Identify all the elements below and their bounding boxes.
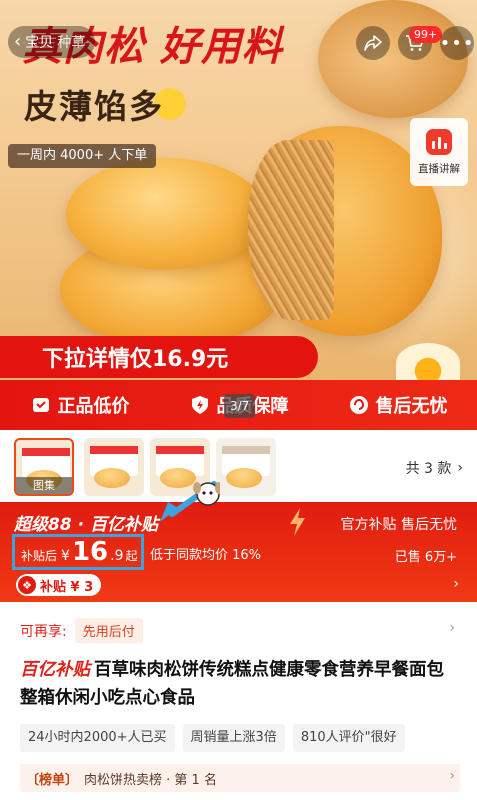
egg-image (396, 343, 460, 383)
cart-count-badge: 99+ (409, 26, 443, 43)
thumbnail-gallery[interactable]: 图集 (14, 438, 74, 496)
ranking-row[interactable]: 〔榜单〕 肉松饼热卖榜 · 第 1 名 (20, 764, 460, 792)
back-label: 宝贝 (25, 35, 54, 51)
subsidized-price: 补贴后 ¥ 16 .9 起 (12, 534, 144, 570)
sold-count: 已售 6万+ (394, 550, 457, 565)
product-title: 百亿补贴 百草味肉松饼传统糕点健康零食营养早餐面包整箱休闲小吃点心食品 (20, 656, 460, 712)
live-explain-button[interactable]: 直播讲解 (410, 118, 468, 186)
promo-tag: 超级88 · 百亿补贴 (14, 515, 158, 535)
hero-subtitle: 皮薄馅多 (24, 87, 164, 126)
thumbnail-strip: 图集 共 3 款 › (0, 430, 477, 502)
image-page-indicator: 3/7 (224, 394, 256, 418)
live-explain-label: 直播讲解 (418, 162, 460, 175)
pull-down-details-banner[interactable]: 下拉详情仅16.9元 (0, 336, 318, 378)
ranking-badge: 〔榜单〕 (26, 772, 79, 788)
price-prefix: 补贴后 (21, 549, 58, 563)
highlight-chips: 24小时内2000+人已买 周销量上涨3倍 810人评价"很好 (20, 724, 477, 752)
subsidy-amount: 补贴 ¥ 3 (40, 579, 94, 595)
bread-image-middle (66, 158, 266, 270)
price-integer: 16 (71, 537, 109, 567)
guarantee-genuine: 正品低价 (30, 392, 130, 418)
more-button[interactable]: ••• (440, 26, 474, 60)
product-info-section: 可再享: 先用后付 › 百亿补贴 百草味肉松饼传统糕点健康零食营养早餐面包整箱休闲… (0, 602, 477, 800)
pay-later-chip: 先用后付 (74, 618, 143, 643)
variants-count: 共 3 款 (405, 461, 452, 477)
highlight-chip[interactable]: 周销量上涨3倍 (182, 724, 285, 752)
price-comparison: 低于同款均价 16% (150, 548, 262, 563)
service-icon (348, 394, 370, 416)
price-tag-icon (30, 394, 52, 416)
back-button[interactable]: ‹ 宝贝 种草 (8, 26, 96, 58)
price-suffix: 起 (125, 549, 138, 563)
lightning-icon (290, 508, 305, 536)
annotation-arrow-icon (160, 481, 220, 522)
thumbnail-variant[interactable] (216, 438, 276, 496)
pay-later-row[interactable]: 可再享: 先用后付 (20, 618, 143, 643)
share-icon (364, 35, 382, 51)
cake-image (94, 468, 130, 488)
seed-tab[interactable]: 种草 (57, 32, 85, 52)
chevron-right-icon: › (449, 620, 455, 636)
lightning-shield-icon (189, 394, 211, 416)
bar-chart-icon (426, 128, 452, 155)
share-button[interactable] (356, 26, 390, 60)
cake-image (226, 468, 262, 488)
guarantee-label: 正品低价 (57, 396, 130, 417)
variants-link[interactable]: 共 3 款 › (406, 458, 463, 478)
chevron-right-icon: › (449, 768, 455, 784)
guarantee-label: 售后无忧 (375, 396, 448, 417)
official-subsidy-text: 官方补贴 售后无忧 (340, 517, 457, 533)
chevron-right-icon: › (453, 576, 459, 592)
chevron-right-icon: › (457, 460, 463, 476)
pay-label: 可再享: (20, 623, 67, 640)
subsidy-pill[interactable]: ❖ 补贴 ¥ 3 (16, 574, 102, 596)
guarantee-after-sales: 售后无忧 (348, 392, 448, 418)
price-banner[interactable]: 超级88 · 百亿补贴 官方补贴 售后无忧 补贴后 ¥ 16 .9 起 低于同款… (0, 502, 477, 602)
subsidy-title-tag: 百亿补贴 (20, 660, 90, 680)
price-decimal: .9 (110, 548, 124, 564)
more-dots-icon: ••• (439, 32, 475, 54)
highlight-chip[interactable]: 810人评价"很好 (292, 724, 405, 752)
weekly-sales-badge: 一周内 4000+ 人下单 (8, 144, 157, 168)
ranking-text: 肉松饼热卖榜 · 第 1 名 (84, 772, 217, 788)
thumbnail-caption: 图集 (16, 477, 72, 494)
price-currency: ¥ (61, 548, 70, 564)
highlight-chip[interactable]: 24小时内2000+人已买 (20, 724, 175, 752)
bread-image-top (318, 0, 468, 118)
meat-floss-filling (248, 140, 334, 320)
chevron-left-icon: ‹ (14, 31, 22, 52)
thumbnail-variant[interactable] (84, 438, 144, 496)
flame-icon: ❖ (18, 576, 36, 594)
